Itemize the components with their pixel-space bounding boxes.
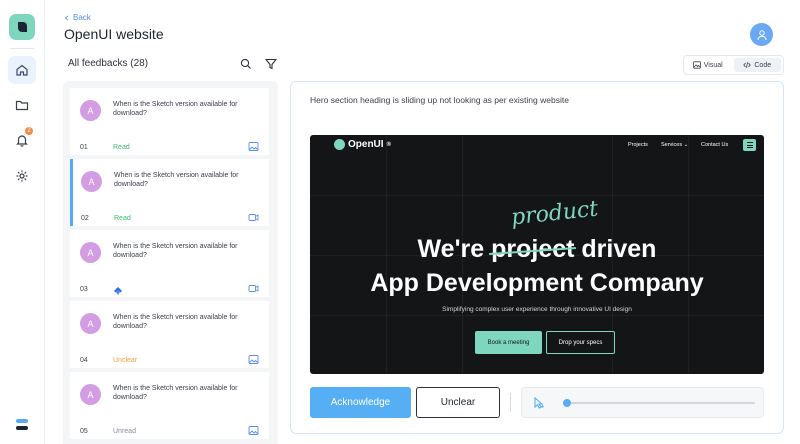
feedback-number: 01 xyxy=(80,144,88,151)
video-icon[interactable] xyxy=(248,283,259,294)
feedback-text: When is the Sketch version available for… xyxy=(113,385,238,401)
feedback-item-01[interactable]: A When is the Sketch version available f… xyxy=(70,88,269,155)
preview-heading-line2: App Development Company xyxy=(370,269,704,297)
page-title: OpenUI website xyxy=(64,26,164,42)
notification-badge: 2 xyxy=(25,127,33,135)
website-preview[interactable]: OpenUI ® Projects Services ⌄ Contact Us p… xyxy=(310,135,764,374)
nav-settings-button[interactable] xyxy=(8,162,36,190)
home-icon xyxy=(16,64,28,76)
code-icon xyxy=(743,62,752,68)
preview-brand-name: OpenUI xyxy=(348,139,384,150)
image-icon[interactable] xyxy=(248,354,259,365)
image-icon xyxy=(692,61,701,69)
hamburger-icon xyxy=(743,139,756,151)
image-icon[interactable] xyxy=(248,425,259,436)
preview-nav-projects: Projects xyxy=(628,142,648,148)
bell-icon xyxy=(16,135,28,147)
feedback-number: 04 xyxy=(80,357,88,364)
feedback-avatar: A xyxy=(80,100,101,121)
search-button[interactable] xyxy=(238,56,254,72)
preview-drop-specs-button: Drop your specs xyxy=(546,331,615,354)
feedback-avatar: A xyxy=(80,384,101,405)
feedback-number: 02 xyxy=(81,215,89,222)
preview-heading-line1: We're project driven xyxy=(310,235,764,264)
back-link[interactable]: Back xyxy=(64,13,91,22)
feedback-number: 03 xyxy=(80,286,88,293)
brand-mark-bottom xyxy=(16,426,28,430)
filter-button[interactable] xyxy=(263,56,279,72)
feedback-avatar: A xyxy=(81,171,102,192)
logo-icon xyxy=(18,22,27,32)
nav-folder-button[interactable] xyxy=(8,91,36,119)
feedback-status: Unclear xyxy=(113,357,138,364)
tab-code[interactable]: Code xyxy=(733,58,781,72)
grid-line xyxy=(310,315,764,316)
feedback-item-03[interactable]: A When is the Sketch version available f… xyxy=(70,230,269,297)
feedback-avatar: A xyxy=(80,313,101,334)
nav-home-button[interactable] xyxy=(8,56,36,84)
tab-visual-label: Visual xyxy=(703,61,723,69)
image-icon[interactable] xyxy=(248,141,259,152)
preview-brand-mark: ® xyxy=(386,141,391,148)
preview-nav-services: Services ⌄ xyxy=(661,142,688,148)
feedback-status: Read xyxy=(113,144,130,151)
feedback-text: When is the Sketch version available for… xyxy=(113,243,238,259)
preview-handwritten-word: product xyxy=(509,196,600,231)
heading-text: driven xyxy=(574,235,657,263)
feedback-text: When is the Sketch version available for… xyxy=(113,101,238,117)
brand-mark-top xyxy=(16,419,28,423)
heading-text: We're xyxy=(417,235,492,263)
feedback-text: When is the Sketch version available for… xyxy=(114,172,239,188)
chevron-left-icon xyxy=(64,14,69,21)
chevron-down-icon: ⌄ xyxy=(683,142,689,148)
user-icon xyxy=(757,29,766,40)
gear-icon xyxy=(16,170,28,182)
feedback-text: When is the Sketch version available for… xyxy=(113,314,238,330)
feedback-status: Unread xyxy=(113,428,136,435)
jira-icon xyxy=(113,283,123,295)
unclear-button[interactable]: Unclear xyxy=(416,387,500,418)
playback-handle[interactable] xyxy=(562,399,571,407)
filter-icon xyxy=(265,58,277,70)
preview-brand: OpenUI ® xyxy=(334,139,391,150)
user-avatar[interactable] xyxy=(750,23,773,46)
view-toggle: Visual Code xyxy=(683,55,784,75)
media-player xyxy=(521,387,764,418)
feedback-item-02[interactable]: A When is the Sketch version available f… xyxy=(70,159,269,226)
acknowledge-button[interactable]: Acknowledge xyxy=(310,387,411,418)
preview-subtitle: Simplifying complex user experience thro… xyxy=(442,306,632,313)
app-root: 2 Back OpenUI website All feedbacks (28)… xyxy=(0,0,800,444)
nav-notifications-button[interactable]: 2 xyxy=(8,126,36,154)
nav-rail: 2 xyxy=(0,0,45,444)
heading-struck-word: project xyxy=(491,235,575,263)
feedback-status: Read xyxy=(114,215,131,222)
feedback-item-05[interactable]: A When is the Sketch version available f… xyxy=(70,372,269,439)
cursor-play-icon[interactable] xyxy=(532,396,546,410)
search-icon xyxy=(240,58,251,69)
tab-visual[interactable]: Visual xyxy=(684,56,732,74)
feedback-detail-panel: Hero section heading is sliding up not l… xyxy=(290,81,784,434)
app-logo[interactable] xyxy=(9,14,35,40)
back-label: Back xyxy=(73,13,91,22)
feedback-number: 05 xyxy=(80,428,88,435)
feedback-description: Hero section heading is sliding up not l… xyxy=(310,95,569,105)
action-divider xyxy=(510,393,511,412)
folder-icon xyxy=(15,100,29,111)
feedback-list: A When is the Sketch version available f… xyxy=(63,81,278,444)
grid-line xyxy=(310,195,764,196)
playback-slider[interactable] xyxy=(562,399,755,407)
feedback-item-04[interactable]: A When is the Sketch version available f… xyxy=(70,301,269,368)
rail-divider xyxy=(10,48,34,49)
tab-code-label: Code xyxy=(754,61,772,69)
video-icon[interactable] xyxy=(248,212,259,223)
feedback-list-heading: All feedbacks (28) xyxy=(68,58,149,69)
preview-book-meeting-button: Book a meeting xyxy=(475,331,542,354)
preview-nav-services-label: Services xyxy=(661,142,683,148)
preview-logo-icon xyxy=(334,139,345,150)
feedback-avatar: A xyxy=(80,242,101,263)
preview-nav-contact: Contact Us xyxy=(701,142,729,148)
